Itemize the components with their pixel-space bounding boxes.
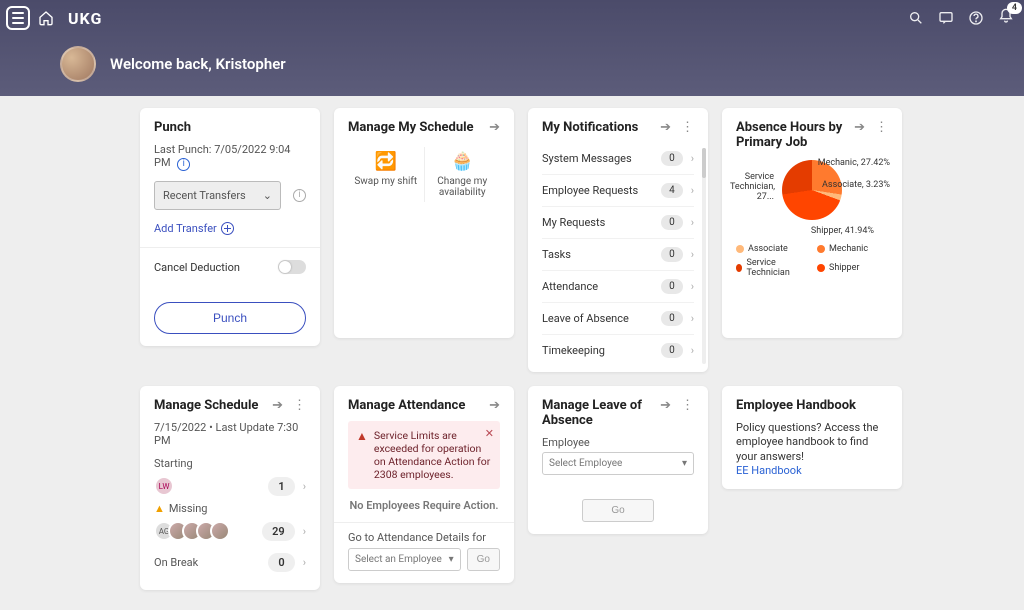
availability-icon: 🧁	[431, 151, 495, 172]
scrollbar[interactable]	[702, 148, 706, 364]
manage-schedule-detail-card: Manage Schedule ➔ ⋮ 7/15/2022 • Last Upd…	[140, 386, 320, 590]
chevron-down-icon: ▾	[682, 458, 687, 469]
legend-item: Associate	[736, 244, 807, 254]
punch-button[interactable]: Punch	[154, 302, 306, 334]
open-icon[interactable]: ➔	[854, 120, 865, 135]
recent-transfers-select[interactable]: Recent Transfers⌄	[154, 181, 281, 210]
schedule-subtitle: 7/15/2022 • Last Update 7:30 PM	[154, 421, 306, 447]
info-icon[interactable]: i	[177, 158, 190, 171]
chevron-down-icon: ▾	[449, 554, 454, 565]
legend-item: Mechanic	[817, 244, 888, 254]
more-icon[interactable]: ⋮	[681, 398, 694, 413]
notifications-card: My Notifications ➔ ⋮ System Messages0›Em…	[528, 108, 708, 372]
handbook-title: Employee Handbook	[736, 398, 888, 413]
chart-label: Associate, 3.23%	[822, 180, 890, 190]
cancel-deduction-label: Cancel Deduction	[154, 261, 240, 274]
top-bar: UKG 4 Welcome back, Kristopher	[0, 0, 1024, 96]
last-punch-label: Last Punch: 7/05/2022 9:04 PM i	[154, 143, 306, 171]
handbook-body: Policy questions? Access the employee ha…	[736, 421, 888, 464]
more-icon[interactable]: ⋮	[293, 398, 306, 413]
menu-button[interactable]	[6, 6, 30, 30]
alert-icon: ▲	[356, 429, 368, 443]
open-icon[interactable]: ➔	[660, 398, 671, 413]
notifications-button[interactable]: 4	[998, 8, 1014, 27]
attendance-title: Manage Attendance	[348, 398, 465, 413]
notifications-title: My Notifications	[542, 120, 638, 135]
leave-card: Manage Leave of Absence ➔ ⋮ Employee Sel…	[528, 386, 708, 534]
manage-schedule-detail-title: Manage Schedule	[154, 398, 258, 413]
manage-schedule-title: Manage My Schedule	[348, 120, 474, 135]
manage-schedule-card: Manage My Schedule ➔ 🔁 Swap my shift 🧁 C…	[334, 108, 514, 338]
notification-row[interactable]: System Messages0›	[542, 143, 694, 175]
cancel-deduction-toggle[interactable]	[278, 260, 306, 274]
handbook-link[interactable]: EE Handbook	[736, 464, 888, 477]
swap-icon: 🔁	[354, 151, 418, 172]
chart-label: Mechanic, 27.42%	[818, 158, 890, 168]
attendance-employee-select[interactable]: Select an Employee▾	[348, 548, 461, 571]
legend-item: Shipper	[817, 258, 888, 278]
absence-title: Absence Hours by Primary Job	[736, 120, 846, 150]
close-icon[interactable]: ✕	[485, 427, 494, 440]
onbreak-row[interactable]: On Break 0›	[154, 547, 306, 578]
chevron-down-icon: ⌄	[263, 189, 272, 202]
absence-card: Absence Hours by Primary Job ➔ ⋮ Mechani…	[722, 108, 902, 338]
no-employees-msg: No Employees Require Action.	[348, 499, 500, 512]
home-icon[interactable]	[38, 10, 54, 26]
logo: UKG	[68, 9, 102, 28]
chart-label: Shipper, 41.94%	[811, 226, 874, 236]
help-icon[interactable]	[968, 10, 984, 26]
plus-icon	[221, 222, 234, 235]
chart-label: Service Technician, 27...	[730, 172, 774, 202]
chat-icon[interactable]	[938, 10, 954, 26]
starting-row[interactable]: LW 1›	[154, 470, 306, 502]
notification-row[interactable]: Attendance0›	[542, 271, 694, 303]
more-icon[interactable]: ⋮	[875, 120, 888, 135]
handbook-card: Employee Handbook Policy questions? Acce…	[722, 386, 902, 489]
open-icon[interactable]: ➔	[660, 120, 671, 135]
notification-row[interactable]: Tasks0›	[542, 239, 694, 271]
search-icon[interactable]	[908, 10, 924, 26]
starting-label: Starting	[154, 457, 306, 470]
notification-badge: 4	[1007, 2, 1022, 14]
swap-shift-button[interactable]: 🔁 Swap my shift	[348, 147, 424, 202]
notification-row[interactable]: My Requests0›	[542, 207, 694, 239]
change-availability-button[interactable]: 🧁 Change my availability	[424, 147, 501, 202]
notification-row[interactable]: Leave of Absence0›	[542, 303, 694, 335]
leave-employee-select[interactable]: Select Employee▾	[542, 452, 694, 475]
notification-row[interactable]: Timekeeping0›	[542, 335, 694, 366]
welcome-text: Welcome back, Kristopher	[110, 55, 286, 73]
leave-go-button[interactable]: Go	[582, 499, 653, 522]
attendance-go-button[interactable]: Go	[467, 548, 500, 571]
more-icon[interactable]: ⋮	[681, 120, 694, 135]
legend-item: Service Technician	[736, 258, 807, 278]
leave-title: Manage Leave of Absence	[542, 398, 652, 428]
notification-row[interactable]: Employee Requests4›	[542, 175, 694, 207]
missing-row[interactable]: AG 29›	[154, 515, 306, 547]
open-icon[interactable]: ➔	[489, 120, 500, 135]
goto-label: Go to Attendance Details for	[348, 531, 500, 544]
add-transfer-link[interactable]: Add Transfer	[154, 222, 234, 235]
pie-chart: Mechanic, 27.42% Associate, 3.23% Shippe…	[736, 160, 888, 220]
attendance-card: Manage Attendance ➔ ▲ Service Limits are…	[334, 386, 514, 583]
punch-title: Punch	[154, 120, 306, 135]
punch-card: Punch Last Punch: 7/05/2022 9:04 PM i Re…	[140, 108, 320, 346]
attendance-alert: ▲ Service Limits are exceeded for operat…	[348, 421, 500, 489]
leave-emp-label: Employee	[542, 436, 694, 449]
avatar[interactable]	[60, 46, 96, 82]
open-icon[interactable]: ➔	[489, 398, 500, 413]
info-icon[interactable]: i	[293, 189, 306, 202]
open-icon[interactable]: ➔	[272, 398, 283, 413]
